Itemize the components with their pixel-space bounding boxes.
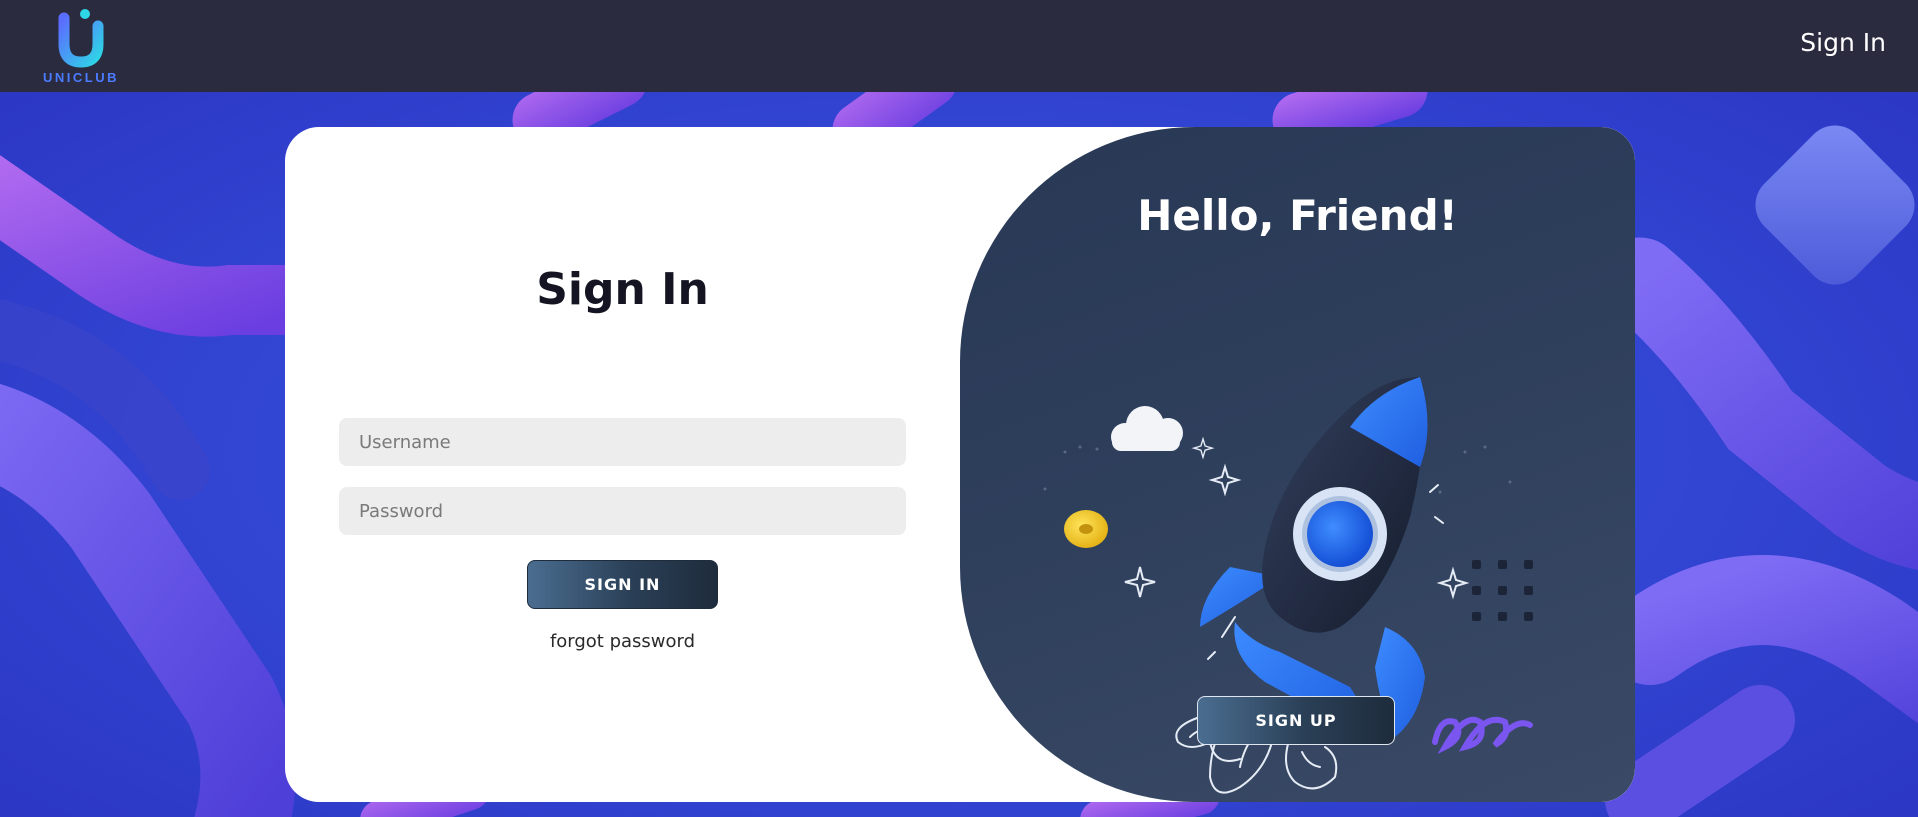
uniclub-logo-icon — [58, 9, 104, 68]
forgot-password-link[interactable]: forgot password — [285, 631, 960, 652]
welcome-panel: Hello, Friend! SIGN UP — [960, 127, 1635, 802]
welcome-title: Hello, Friend! — [1137, 191, 1458, 240]
signup-button[interactable]: SIGN UP — [1197, 696, 1395, 745]
brand-logo[interactable]: UNICLUB — [36, 6, 126, 88]
password-input[interactable] — [339, 487, 906, 535]
signin-title: Sign In — [536, 264, 709, 315]
signin-form: Sign In SIGN IN forgot password — [285, 127, 960, 802]
username-input[interactable] — [339, 418, 906, 466]
auth-card: Sign In SIGN IN forgot password Hello, F… — [285, 127, 1635, 802]
brand-name: UNICLUB — [43, 70, 119, 85]
top-navbar: UNICLUB Sign In — [0, 0, 1918, 92]
signin-button[interactable]: SIGN IN — [527, 560, 718, 609]
nav-signin-link[interactable]: Sign In — [1800, 28, 1886, 57]
